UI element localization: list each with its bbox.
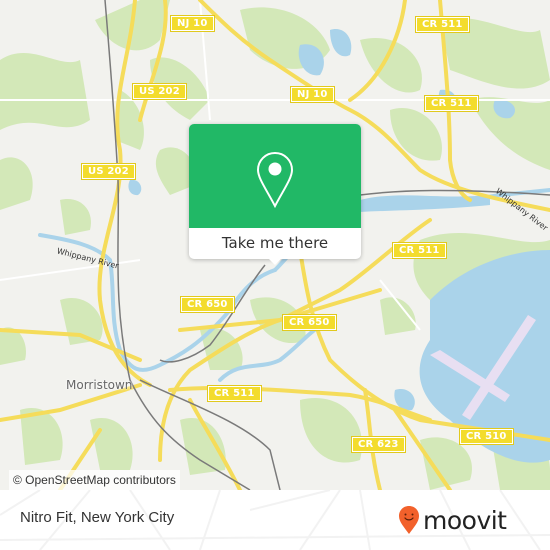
route-shield-nj10: NJ 10	[290, 86, 335, 103]
popup-header	[189, 124, 361, 228]
route-shield-cr511: CR 511	[424, 95, 479, 112]
footer-bar: Nitro Fit, New York City moovit	[0, 490, 550, 550]
route-shield-nj10: NJ 10	[170, 15, 215, 32]
route-shield-cr511: CR 511	[392, 242, 447, 259]
route-shield-cr510: CR 510	[459, 428, 514, 445]
map-view[interactable]: NJ 10 CR 511 US 202 NJ 10 CR 511 US 202 …	[0, 0, 550, 490]
moovit-pin-icon	[399, 506, 419, 534]
route-shield-cr511: CR 511	[207, 385, 262, 402]
route-shield-us202: US 202	[132, 83, 187, 100]
moovit-wordmark: moovit	[423, 505, 507, 535]
popup-pointer	[267, 257, 283, 265]
route-shield-cr511: CR 511	[415, 16, 470, 33]
map-attribution[interactable]: © OpenStreetMap contributors	[9, 470, 180, 490]
moovit-logo[interactable]: moovit	[398, 500, 507, 540]
route-shield-cr623: CR 623	[351, 436, 406, 453]
take-me-there-button[interactable]: Take me there	[189, 228, 361, 259]
place-name: Nitro Fit, New York City	[20, 509, 175, 526]
map-pin-icon	[256, 151, 294, 209]
route-shield-cr650: CR 650	[180, 296, 235, 313]
place-label-morristown: Morristown	[66, 378, 133, 392]
route-shield-us202: US 202	[81, 163, 136, 180]
location-popup[interactable]: Take me there	[189, 124, 361, 265]
route-shield-cr650: CR 650	[282, 314, 337, 331]
